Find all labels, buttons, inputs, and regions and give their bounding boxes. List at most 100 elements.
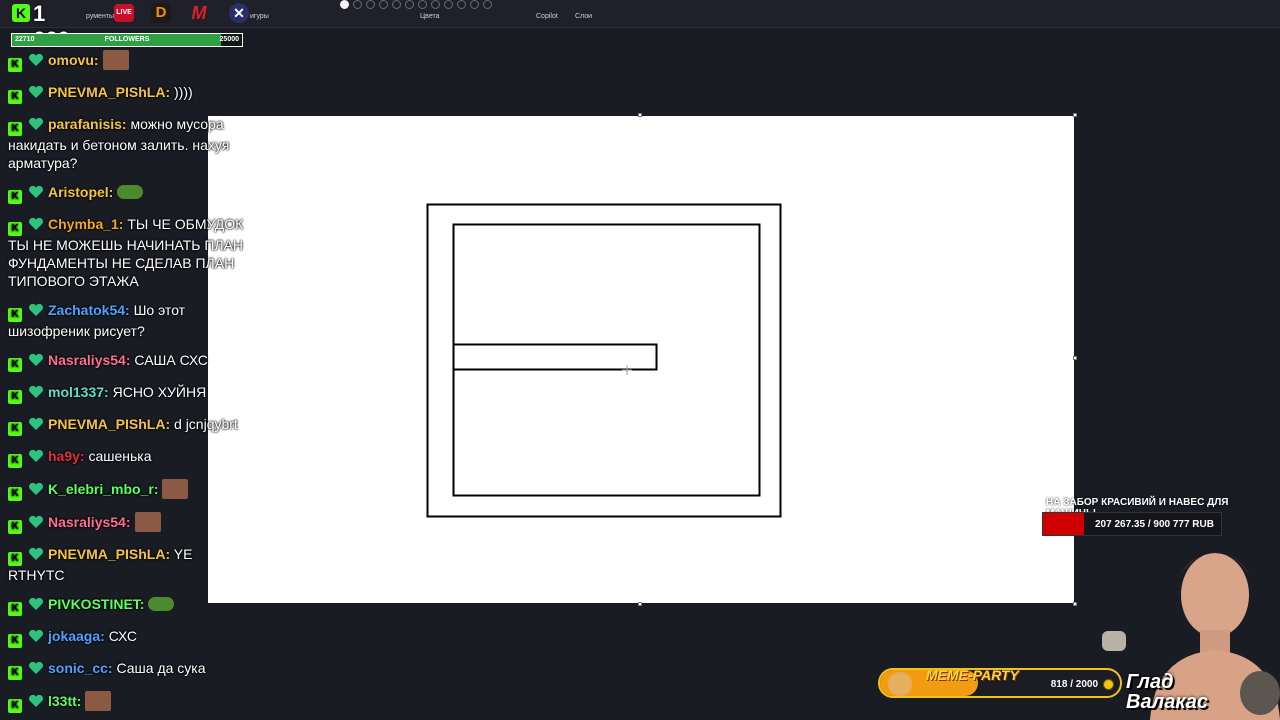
- resize-handle-bottom-right[interactable]: [1073, 602, 1077, 606]
- chat-username[interactable]: parafanisis:: [48, 116, 127, 132]
- color-swatch[interactable]: [405, 0, 414, 9]
- chat-message: Kparafanisis: можно мусора накидать и бе…: [8, 115, 248, 172]
- subscriber-heart-icon: [29, 629, 43, 642]
- subscriber-heart-icon: [29, 185, 43, 198]
- chat-username[interactable]: ha9y:: [48, 448, 85, 464]
- kick-badge-icon: K: [8, 666, 22, 680]
- chat-username[interactable]: Chymba_1:: [48, 216, 123, 232]
- color-swatch[interactable]: [340, 0, 349, 9]
- chat-text: )))): [174, 84, 193, 100]
- chat-username[interactable]: Zachatok54:: [48, 302, 130, 318]
- color-swatch[interactable]: [366, 0, 375, 9]
- kick-badge-icon: K: [8, 222, 22, 236]
- chat-message: Kl33tt:: [8, 691, 248, 713]
- kick-badge-icon: K: [8, 699, 22, 713]
- outer-wall-rect: [426, 203, 782, 518]
- subscriber-heart-icon: [29, 417, 43, 430]
- chat-message: K Nasraliys54:: [8, 512, 248, 534]
- layers-button[interactable]: Слои: [575, 13, 592, 20]
- resize-handle-top-right[interactable]: [1073, 113, 1077, 117]
- chat-username[interactable]: K_elebri_mbo_r:: [48, 481, 158, 497]
- color-swatch[interactable]: [470, 0, 479, 9]
- resize-handle-right[interactable]: [1073, 356, 1077, 360]
- chat-username[interactable]: omovu:: [48, 52, 99, 68]
- chat-text: Саша да сука: [116, 660, 206, 676]
- chat-username[interactable]: Nasraliys54:: [48, 352, 131, 368]
- crosshair-cursor-icon: [622, 365, 632, 375]
- chat-message: K K_elebri_mbo_r:: [8, 479, 248, 501]
- color-swatch[interactable]: [418, 0, 427, 9]
- color-swatch[interactable]: [392, 0, 401, 9]
- chat-message: K PNEVMA_PIShLA: YE RTHYTC: [8, 545, 248, 584]
- face-emote-icon: [134, 512, 161, 532]
- kick-badge-icon: K: [8, 90, 22, 104]
- resize-handle-top[interactable]: [638, 113, 642, 117]
- meme-party-count: 818 / 2000: [1050, 679, 1098, 690]
- chat-username[interactable]: Nasraliys54:: [48, 514, 131, 530]
- x-app-icon: ✕: [229, 3, 249, 23]
- kick-badge-icon: K: [8, 552, 22, 566]
- kick-badge-icon: K: [8, 422, 22, 436]
- chat-message: Komovu:: [8, 50, 248, 72]
- subscriber-heart-icon: [29, 449, 43, 462]
- streamer-name: Глад Валакас: [1126, 672, 1208, 712]
- kick-badge-icon: K: [8, 487, 22, 501]
- kick-logo-icon: K: [12, 4, 30, 22]
- shapes-label[interactable]: игуры: [250, 13, 269, 20]
- chat-text: СХС: [108, 628, 138, 644]
- chat-feed: Komovu: K PNEVMA_PIShLA: )))) Kparafanisis:…: [8, 50, 248, 720]
- chat-username[interactable]: l33tt:: [48, 693, 81, 709]
- color-swatch[interactable]: [483, 0, 492, 9]
- subscriber-heart-icon: [29, 53, 43, 66]
- m-app-icon: M: [191, 3, 207, 23]
- subscriber-heart-icon: [29, 353, 43, 366]
- drawn-bar-rect: [452, 343, 658, 371]
- pepe-emote-icon: [148, 597, 175, 611]
- pepe-emote-icon: [117, 185, 144, 199]
- colors-label[interactable]: Цвета: [420, 13, 440, 20]
- chat-username[interactable]: mol1337:: [48, 384, 109, 400]
- subscriber-heart-icon: [29, 117, 43, 130]
- chat-message: K Aristopel:: [8, 183, 248, 204]
- drawing-canvas[interactable]: [208, 113, 1077, 606]
- chat-message: Kha9y: сашенька: [8, 447, 248, 468]
- followers-goal-bar: 22710 FOLLOWERS 25000: [11, 33, 243, 47]
- subscriber-heart-icon: [29, 85, 43, 98]
- resize-handle-bottom[interactable]: [638, 602, 642, 606]
- chat-username[interactable]: PIVKOSTINET:: [48, 596, 144, 612]
- color-swatch[interactable]: [444, 0, 453, 9]
- color-swatch[interactable]: [431, 0, 440, 9]
- chat-username[interactable]: PNEVMA_PIShLA:: [48, 546, 170, 562]
- chat-text: САША СХС: [134, 352, 208, 368]
- chat-message: K Nasraliys54: САША СХС: [8, 351, 248, 372]
- donation-goal-fill: [1043, 513, 1084, 535]
- color-swatch[interactable]: [457, 0, 466, 9]
- chat-username[interactable]: PNEVMA_PIShLA:: [48, 416, 170, 432]
- copilot-button[interactable]: Copilot: [536, 13, 558, 20]
- chat-username[interactable]: jokaaga:: [48, 628, 105, 644]
- chat-text: d jcnjqybrt: [174, 416, 238, 432]
- meme-party-title: MEME-PARTY: [926, 667, 1019, 683]
- subscriber-heart-icon: [29, 303, 43, 316]
- inner-wall-rect: [452, 223, 761, 497]
- chat-message: Ksonic_cc: Саша да сука: [8, 659, 248, 680]
- subscriber-heart-icon: [29, 482, 43, 495]
- kick-badge-icon: K: [8, 602, 22, 616]
- chat-message: Kmol1337: ЯСНО ХУЙНЯ: [8, 383, 248, 404]
- color-swatch[interactable]: [379, 0, 388, 9]
- face-emote-icon: [162, 479, 189, 499]
- kick-badge-icon: K: [8, 454, 22, 468]
- kick-badge-icon: K: [8, 308, 22, 322]
- chat-message: K PIVKOSTINET:: [8, 595, 248, 616]
- chat-username[interactable]: PNEVMA_PIShLA:: [48, 84, 170, 100]
- streamer-name-line2: Валакас: [1126, 691, 1209, 713]
- subscriber-heart-icon: [29, 217, 43, 230]
- streamer-name-line1: Глад: [1126, 671, 1174, 693]
- chat-username[interactable]: Aristopel:: [48, 184, 113, 200]
- floor-plan-drawing: [426, 203, 782, 518]
- chat-username[interactable]: sonic_cc:: [48, 660, 113, 676]
- kick-badge-icon: K: [8, 634, 22, 648]
- color-swatch[interactable]: [353, 0, 362, 9]
- kick-badge-icon: K: [8, 122, 22, 136]
- tools-label[interactable]: рументы: [86, 13, 114, 20]
